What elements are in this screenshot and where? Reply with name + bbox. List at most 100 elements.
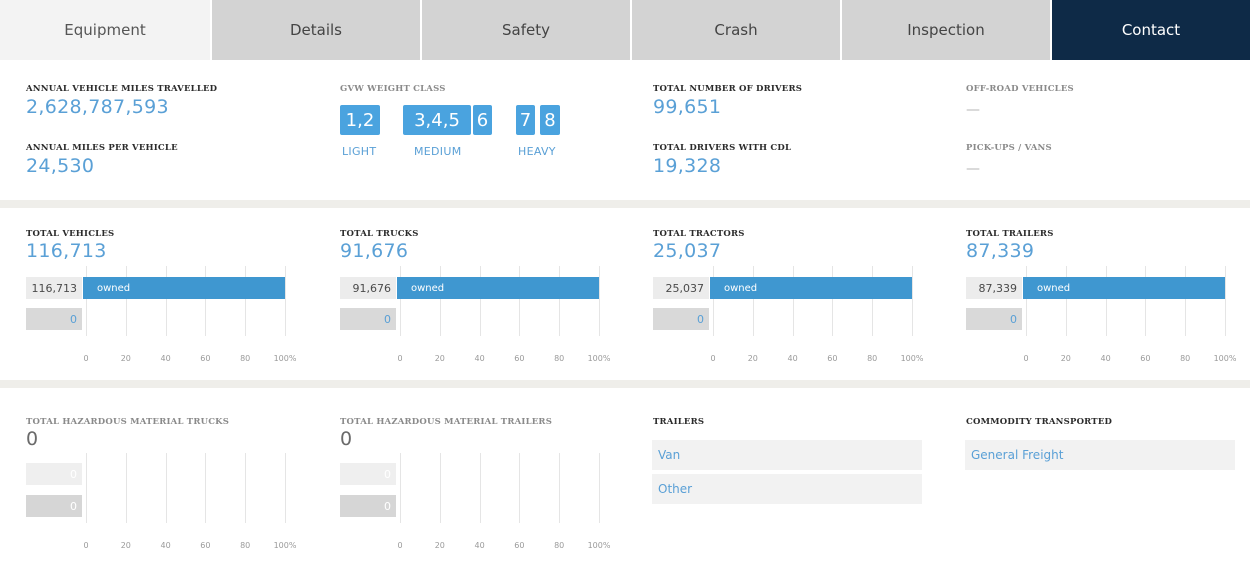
gridline [1225, 266, 1226, 336]
commodity-item-general-freight[interactable]: General Freight [965, 440, 1235, 470]
axis-tick-label: 100% [1213, 354, 1237, 363]
axis-tick-label: 80 [867, 354, 878, 363]
hazmat-trucks-chart: 0 0 0 20 40 60 80 100% [26, 453, 296, 573]
first-count: 0 [26, 463, 82, 485]
hazmat-trucks-label: TOTAL HAZARDOUS MATERIAL TRUCKS [26, 417, 230, 427]
miles-per-vehicle-value: 24,530 [26, 155, 95, 177]
axis-tick-label: 0 [83, 354, 89, 363]
tab-crash[interactable]: Crash [630, 0, 840, 60]
axis-tick-label: 0 [397, 354, 403, 363]
gvw-class-6: 6 [473, 105, 492, 135]
total-trucks-chart: 91,676 owned 0 0 20 40 60 80 100% [340, 266, 610, 386]
total-trucks-value: 91,676 [340, 240, 409, 262]
axis-tick-label: 0 [710, 354, 716, 363]
hazmat-trailers-label: TOTAL HAZARDOUS MATERIAL TRAILERS [340, 417, 553, 427]
axis-tick-label: 20 [434, 541, 445, 550]
hazmat-trucks-value: 0 [26, 428, 39, 450]
owned-count: 116,713 [26, 277, 82, 299]
gridline [125, 453, 127, 523]
tab-bar: Equipment Details Safety Crash Inspectio… [0, 0, 1250, 60]
gridline [285, 453, 286, 523]
axis-tick-label: 20 [1060, 354, 1071, 363]
gridline [205, 453, 207, 523]
cdl-drivers-label: TOTAL DRIVERS WITH CDL [653, 143, 792, 153]
offroad-label: OFF-ROAD VEHICLES [966, 84, 1074, 94]
tab-contact[interactable]: Contact [1050, 0, 1250, 60]
total-trailers-label: TOTAL TRAILERS [966, 229, 1054, 239]
second-count: 0 [966, 308, 1022, 330]
pickups-value: — [966, 161, 980, 177]
hazmat-trailers-value: 0 [340, 428, 353, 450]
tab-inspection[interactable]: Inspection [840, 0, 1050, 60]
total-vehicles-chart: 116,713 owned 0 0 20 40 60 80 100% [26, 266, 296, 386]
axis-tick-label: 20 [120, 354, 131, 363]
axis-tick-label: 60 [200, 354, 211, 363]
gvw-class-3-4-5: 3,4,5 [403, 105, 471, 135]
total-drivers-label: TOTAL NUMBER OF DRIVERS [653, 84, 803, 94]
tab-equipment[interactable]: Equipment [0, 0, 210, 60]
gridline [479, 453, 481, 523]
total-tractors-value: 25,037 [653, 240, 722, 262]
axis-tick-label: 40 [1100, 354, 1111, 363]
gridline [559, 453, 561, 523]
axis-tick-label: 60 [1140, 354, 1151, 363]
gridline [86, 453, 87, 523]
axis-tick-label: 80 [1180, 354, 1191, 363]
trailer-item-van[interactable]: Van [652, 440, 922, 470]
tab-details[interactable]: Details [210, 0, 420, 60]
total-trucks-label: TOTAL TRUCKS [340, 229, 419, 239]
owned-bar: owned [397, 277, 599, 299]
owned-count: 87,339 [966, 277, 1022, 299]
section-divider [0, 200, 1250, 208]
axis-tick-label: 40 [160, 541, 171, 550]
tab-safety[interactable]: Safety [420, 0, 630, 60]
total-vehicles-label: TOTAL VEHICLES [26, 229, 115, 239]
axis-tick-label: 20 [747, 354, 758, 363]
first-count: 0 [340, 463, 396, 485]
offroad-value: — [966, 102, 980, 118]
total-tractors-chart: 25,037 owned 0 0 20 40 60 80 100% [653, 266, 923, 386]
trailer-item-other[interactable]: Other [652, 474, 922, 504]
axis-tick-label: 60 [200, 541, 211, 550]
axis-tick-label: 100% [273, 541, 297, 550]
annual-vmt-label: ANNUAL VEHICLE MILES TRAVELLED [26, 84, 218, 94]
axis-tick-label: 100% [900, 354, 924, 363]
axis-tick-label: 40 [474, 354, 485, 363]
second-count: 0 [26, 308, 82, 330]
axis-tick-label: 20 [120, 541, 131, 550]
gvw-label: GVW WEIGHT CLASS [340, 84, 446, 94]
section-divider [0, 380, 1250, 388]
axis-tick-label: 40 [474, 541, 485, 550]
owned-count: 91,676 [340, 277, 396, 299]
second-count: 0 [340, 308, 396, 330]
axis-tick-label: 40 [160, 354, 171, 363]
axis-tick-label: 0 [397, 541, 403, 550]
gridline [519, 453, 521, 523]
gridline [245, 453, 247, 523]
pickups-label: PICK-UPS / VANS [966, 143, 1052, 153]
axis-tick-label: 80 [240, 354, 251, 363]
total-tractors-label: TOTAL TRACTORS [653, 229, 745, 239]
axis-tick-label: 80 [554, 354, 565, 363]
gridline [285, 266, 286, 336]
axis-tick-label: 80 [240, 541, 251, 550]
gvw-caption-light: LIGHT [342, 145, 377, 158]
gvw-class-1-2: 1,2 [340, 105, 380, 135]
axis-tick-label: 100% [587, 541, 611, 550]
annual-vmt-value: 2,628,787,593 [26, 96, 169, 118]
gridline [912, 266, 913, 336]
hazmat-trailers-chart: 0 0 0 20 40 60 80 100% [340, 453, 610, 573]
total-trailers-chart: 87,339 owned 0 0 20 40 60 80 100% [966, 266, 1236, 386]
total-vehicles-value: 116,713 [26, 240, 107, 262]
axis-tick-label: 0 [83, 541, 89, 550]
total-trailers-value: 87,339 [966, 240, 1035, 262]
miles-per-vehicle-label: ANNUAL MILES PER VEHICLE [26, 143, 178, 153]
owned-bar: owned [710, 277, 912, 299]
axis-tick-label: 60 [827, 354, 838, 363]
axis-tick-label: 40 [787, 354, 798, 363]
axis-tick-label: 0 [1023, 354, 1029, 363]
gridline [599, 266, 600, 336]
axis-tick-label: 60 [514, 354, 525, 363]
trailers-label: TRAILERS [653, 417, 705, 427]
axis-tick-label: 80 [554, 541, 565, 550]
